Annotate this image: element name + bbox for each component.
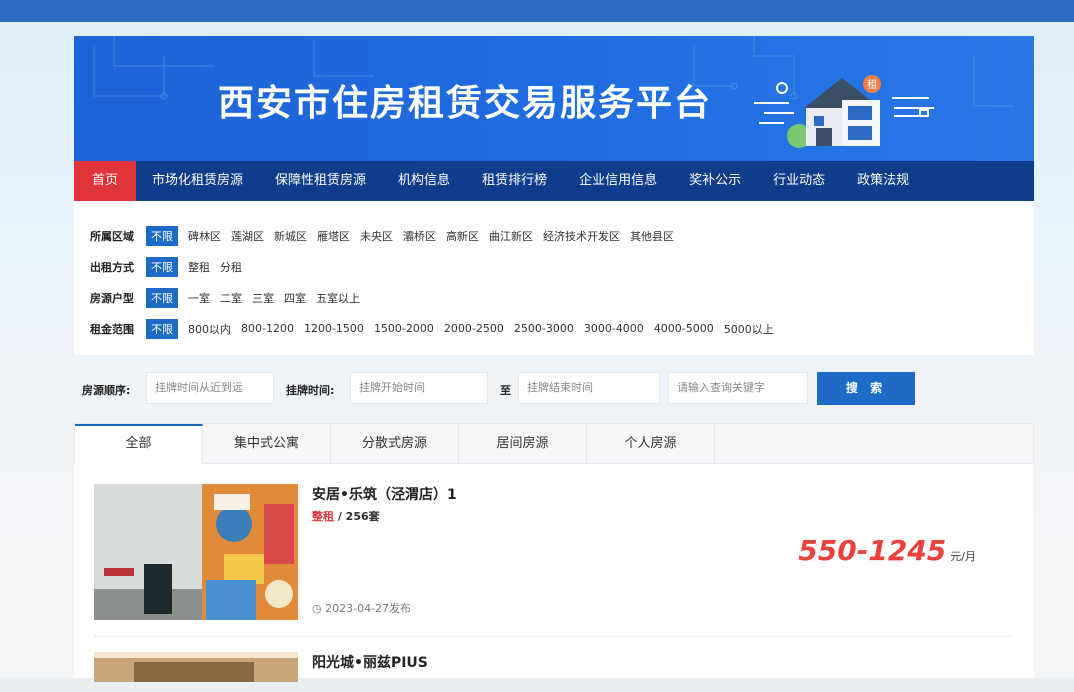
filter-option[interactable]: 碑林区 [188,228,221,244]
rent-type-tag: 整租 [312,510,334,523]
nav-item-market-rentals[interactable]: 市场化租赁房源 [136,161,259,201]
listing-date: ◷ 2023-04-27发布 [312,600,411,616]
listing-time-label: 挂牌时间: [286,384,335,397]
filter-option[interactable]: 未央区 [360,228,393,244]
tab-centralized-apartments[interactable]: 集中式公寓 [203,424,331,464]
end-time-input[interactable]: 挂牌结束时间 [518,372,660,404]
filter-option[interactable]: 不限 [146,225,178,246]
filter-option[interactable]: 5000以上 [724,321,774,337]
filter-option[interactable]: 800以内 [188,321,231,337]
tab-all[interactable]: 全部 [75,424,203,464]
main-container: 西安市住房租赁交易服务平台 租 首页 市场化租赁房源 保障性租赁房源 机构信息 … [74,36,1034,355]
filter-row-area: 所属区域 不限 碑林区 莲湖区 新城区 雁塔区 未央区 灞桥区 高新区 曲江新区… [90,220,1034,251]
listing-item[interactable]: 阳光城•丽兹PIUS [94,652,1012,692]
filter-option[interactable]: 莲湖区 [231,228,264,244]
filter-option[interactable]: 灞桥区 [403,228,436,244]
filter-row-layout: 房源户型 不限 一室 二室 三室 四室 五室以上 [90,282,1034,313]
filter-option[interactable]: 1200-1500 [304,322,364,335]
filter-option[interactable]: 不限 [146,256,178,277]
unit-count: / 256套 [334,510,380,523]
filter-option[interactable]: 2500-3000 [514,322,574,335]
filter-option[interactable]: 高新区 [446,228,479,244]
nav-item-agencies[interactable]: 机构信息 [382,161,466,201]
filter-option[interactable]: 2000-2500 [444,322,504,335]
nav-item-affordable-rentals[interactable]: 保障性租赁房源 [259,161,382,201]
filter-label: 所属区域 [90,229,134,243]
filter-option[interactable]: 雁塔区 [317,228,350,244]
filter-label: 房源户型 [90,291,134,305]
filter-label: 出租方式 [90,260,134,274]
filter-option[interactable]: 整租 [188,259,210,275]
filter-row-price: 租金范围 不限 800以内 800-1200 1200-1500 1500-20… [90,313,1034,344]
to-label: 至 [500,384,511,397]
tab-brokered-listings[interactable]: 居间房源 [459,424,587,464]
publish-date: 2023-04-27发布 [325,602,412,615]
filter-option[interactable]: 分租 [220,259,242,275]
price-range: 550-1245 [798,534,947,567]
filter-option[interactable]: 3000-4000 [584,322,644,335]
filter-option[interactable]: 不限 [146,287,178,308]
nav-item-rankings[interactable]: 租赁排行榜 [466,161,563,201]
filter-option[interactable]: 其他县区 [630,228,674,244]
house-badge-text: 租 [867,78,877,91]
listing-divider [94,636,1012,637]
search-bar: 房源顺序: 挂牌时间从近到远 挂牌时间: 挂牌开始时间 至 挂牌结束时间 请输入… [0,372,1074,406]
nav-item-subsidy[interactable]: 奖补公示 [673,161,757,201]
filter-label: 租金范围 [90,322,134,336]
category-tabs: 全部 集中式公寓 分散式房源 居间房源 个人房源 [74,423,1034,464]
listing-title[interactable]: 阳光城•丽兹PIUS [312,652,428,672]
filter-option[interactable]: 经济技术开发区 [543,228,620,244]
filter-option[interactable]: 4000-5000 [654,322,714,335]
tab-individual-listings[interactable]: 个人房源 [587,424,715,464]
listing-item[interactable]: 安居•乐筑（泾渭店）1 整租 / 256套 ◷ 2023-04-27发布 550… [94,484,1012,634]
listing-photo[interactable] [94,484,298,620]
filter-option[interactable]: 五室以上 [316,290,360,306]
order-label: 房源顺序: [82,384,131,397]
house-rent-icon: 租 [754,75,934,148]
site-title: 西安市住房租赁交易服务平台 [218,83,713,124]
filter-panel: 所属区域 不限 碑林区 莲湖区 新城区 雁塔区 未央区 灞桥区 高新区 曲江新区… [74,201,1034,355]
listing-title[interactable]: 安居•乐筑（泾渭店）1 [312,484,457,504]
listing-list: 安居•乐筑（泾渭店）1 整租 / 256套 ◷ 2023-04-27发布 550… [74,464,1034,682]
order-select[interactable]: 挂牌时间从近到远 [146,372,274,404]
filter-option[interactable]: 二室 [220,290,242,306]
filter-row-rent-type: 出租方式 不限 整租 分租 [90,251,1034,282]
header-banner: 西安市住房租赁交易服务平台 租 [74,36,1034,161]
listing-rent-type: 整租 / 256套 [312,508,380,524]
listing-price: 550-1245 元/月 [798,534,976,567]
clock-icon: ◷ [312,602,326,615]
filter-option[interactable]: 1500-2000 [374,322,434,335]
nav-item-credit-info[interactable]: 企业信用信息 [563,161,673,201]
keyword-input[interactable]: 请输入查询关键字 [668,372,808,404]
price-unit: 元/月 [950,550,976,563]
filter-option[interactable]: 新城区 [274,228,307,244]
filter-option[interactable]: 曲江新区 [489,228,533,244]
filter-option[interactable]: 三室 [252,290,274,306]
start-time-input[interactable]: 挂牌开始时间 [350,372,488,404]
nav-item-news[interactable]: 行业动态 [757,161,841,201]
tab-decentralized-listings[interactable]: 分散式房源 [331,424,459,464]
main-nav: 首页 市场化租赁房源 保障性租赁房源 机构信息 租赁排行榜 企业信用信息 奖补公… [74,161,1034,201]
filter-option[interactable]: 800-1200 [241,322,294,335]
filter-option[interactable]: 不限 [146,318,178,339]
top-bar [0,0,1074,22]
nav-item-home[interactable]: 首页 [74,161,137,201]
nav-item-policies[interactable]: 政策法规 [841,161,925,201]
filter-option[interactable]: 四室 [284,290,306,306]
search-button[interactable]: 搜 索 [817,372,915,405]
filter-option[interactable]: 一室 [188,290,210,306]
